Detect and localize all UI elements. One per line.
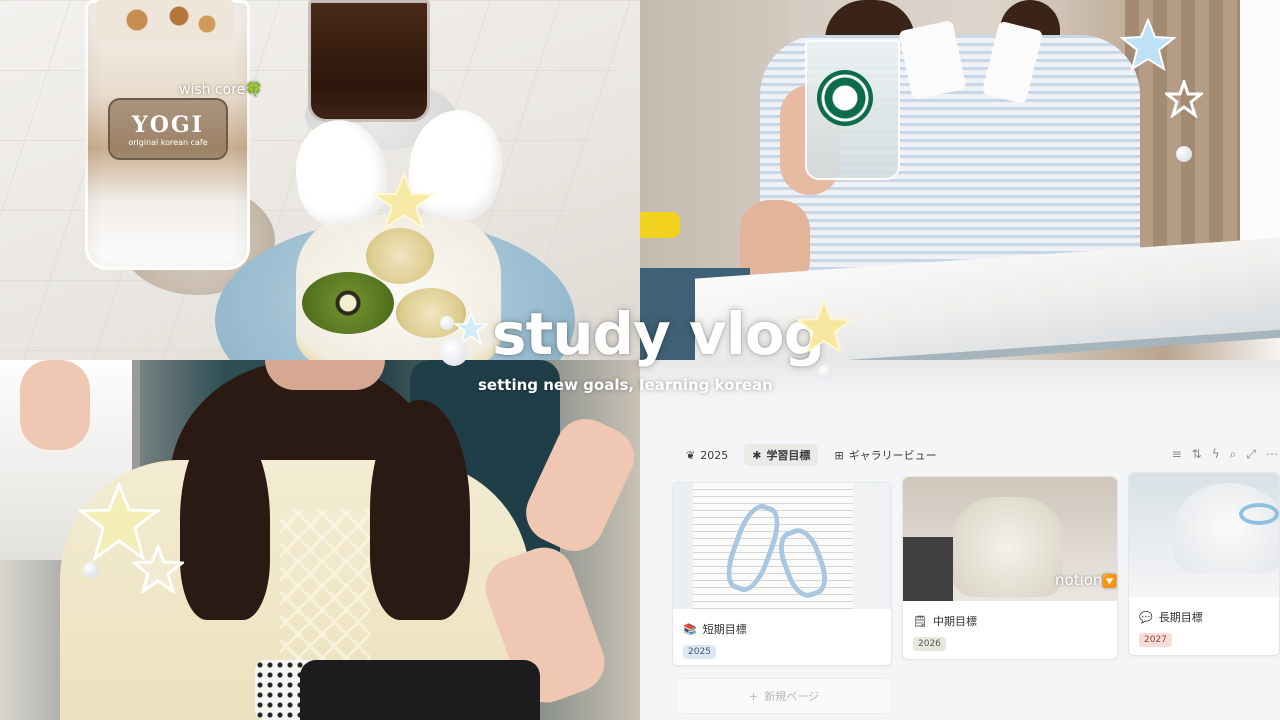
starbucks-logo [817,70,873,126]
filter-icon[interactable]: ≡ [1172,447,1182,462]
pearl-icon [1176,146,1192,162]
sort-icon[interactable]: ⇅ [1192,447,1202,462]
blue-star-icon [1120,18,1176,72]
kiwi-slice [302,272,394,334]
new-page-label: 新規ページ [764,690,819,703]
year-tag: 2027 [1139,633,1172,647]
banana-slice [366,228,434,284]
cake [953,497,1063,597]
yellow-star-icon [372,172,436,230]
hand-raised [20,360,90,450]
blue-bow [1239,503,1279,525]
notion-toolbar: ❦ 2025 ✱ 学習目標 ⊞ ギャラリービュー ≡ ⇅ ϟ ⌕ ⤢ ⋯ [678,443,1278,467]
pearl-icon [440,316,454,330]
card-title-row: 🗒 中期目標 [913,613,977,629]
iced-coffee-glass [308,0,430,122]
latte-topping [95,0,235,40]
new-page-button[interactable]: + 新規ページ [676,678,892,714]
chin [265,360,385,390]
tab-gallery-label: ギャラリービュー [848,449,937,462]
hair-strand [180,420,270,620]
asterisk-icon: ✱ [752,448,762,462]
bolt-icon[interactable]: ϟ [1212,447,1220,462]
search-icon[interactable]: ⌕ [1230,447,1237,462]
card-title: 短期目標 [702,623,747,636]
speech-bubble-icon: 💬 [1139,610,1153,624]
video-subtitle: setting new goals, learning korean [478,376,773,394]
yogi-cup-label: YOGI original korean cafe [108,98,228,160]
card-title: 長期目標 [1158,611,1203,624]
books-icon: 📚 [683,622,697,636]
card-cover-ribbon-cake [1129,473,1279,597]
gallery-grid-icon: ⊞ [834,448,844,462]
yellow-star-icon [796,300,852,354]
card-cover-book-ribbons [673,483,891,609]
wish-core-text: wish core [179,82,246,98]
leaf-icon: ❦ [686,448,696,462]
cake [1174,483,1279,573]
notion-caption: notion🔽 [1055,571,1117,589]
plus-icon: + [749,689,759,703]
year-tag: 2026 [913,637,946,651]
page-year: 2025 [700,448,729,462]
dark-object [903,537,953,601]
gallery-card[interactable]: 💬 長期目標 2027 [1128,472,1280,656]
outline-star-icon [132,545,184,593]
year-tag: 2025 [683,645,716,659]
card-title-row: 💬 長期目標 [1139,609,1203,625]
notion-view-tools: ≡ ⇅ ϟ ⌕ ⤢ ⋯ [1172,447,1278,462]
cup-brand: YOGI [132,112,204,138]
card-title: 中期目標 [932,615,977,628]
expand-icon[interactable]: ⤢ [1246,447,1256,462]
notion-page-label[interactable]: ❦ 2025 [678,446,736,465]
notion-text: notion [1055,571,1103,589]
hair-strand [370,400,470,620]
gallery-card[interactable]: 📚 短期目標 2025 [672,482,892,666]
more-icon[interactable]: ⋯ [1266,447,1278,462]
clover-icon: 🍀 [245,82,263,98]
video-title: study vlog [492,300,825,368]
outline-star-icon [1165,80,1203,118]
notepad-icon: 🗒 [913,614,927,628]
tab-gallery-view[interactable]: ⊞ ギャラリービュー [826,444,944,466]
pearl-icon [440,338,468,366]
pearl-icon [818,365,832,379]
cup-tagline: original korean cafe [128,138,208,147]
black-bag [300,660,540,720]
pearl-icon [83,562,99,578]
card-title-row: 📚 短期目標 [683,621,747,637]
gallery-card[interactable]: 🗒 中期目標 2026 [902,476,1118,660]
tab-goals[interactable]: ✱ 学習目標 [744,444,819,466]
notion-emoji-icon: 🔽 [1102,574,1118,588]
tab-goals-label: 学習目標 [766,449,811,462]
wish-core-caption: wish core🍀 [179,82,263,98]
highlighter [640,212,680,238]
